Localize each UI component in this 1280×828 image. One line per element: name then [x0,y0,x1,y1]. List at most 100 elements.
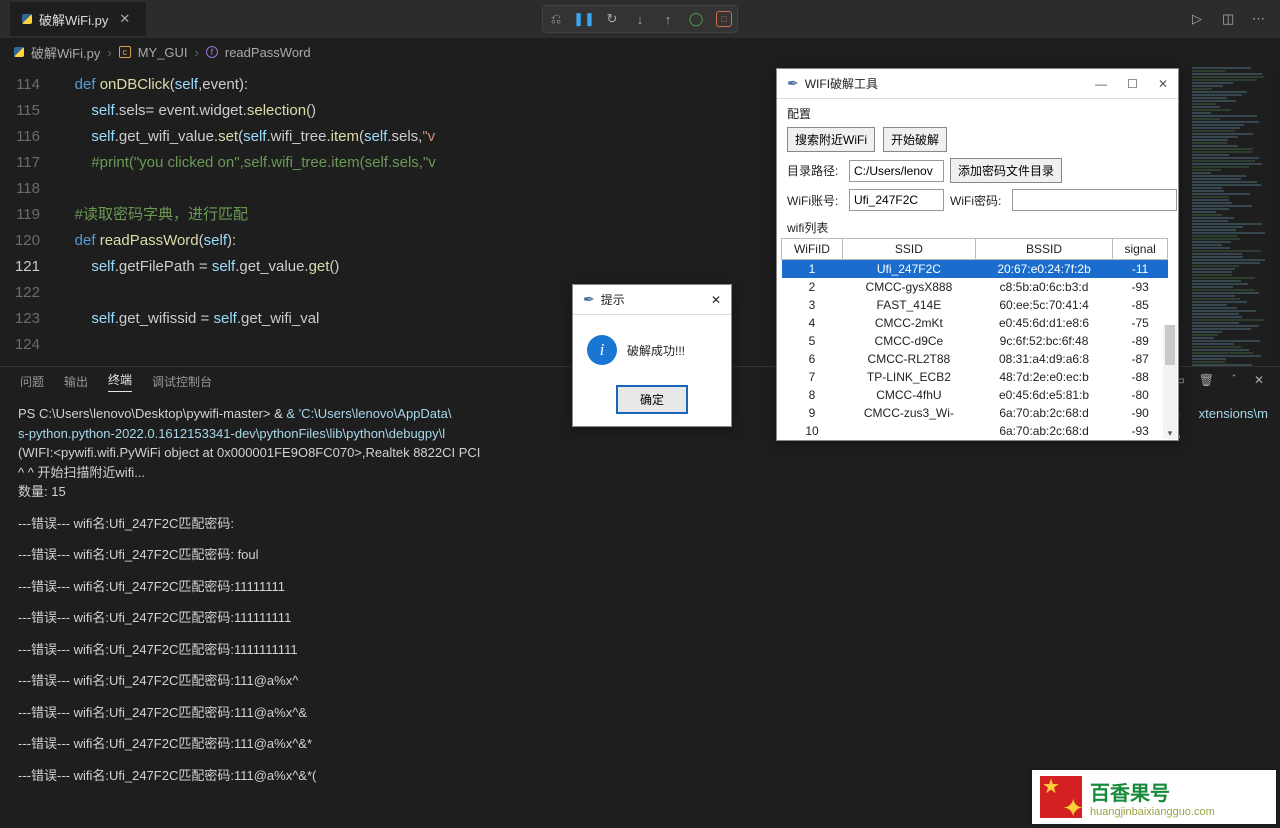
table-header[interactable]: signal [1113,239,1168,260]
breadcrumb-file[interactable]: 破解WiFi.py [31,43,100,62]
terminal-line: (WIFI:<pywifi.wifi.PyWiFi object at 0x00… [18,443,1262,463]
more-icon[interactable]: ⋯ [1252,11,1270,27]
table-cell: 5 [782,332,843,350]
breadcrumb-class[interactable]: MY_GUI [138,45,188,60]
editor-tab[interactable]: 破解WiFi.py ✕ [10,2,146,36]
breadcrumb-function[interactable]: readPassWord [225,45,311,60]
minimize-icon[interactable]: — [1095,77,1107,91]
wifi-tool-window: ✒ WIFI破解工具 — ☐ ✕ 配置 搜索附近WiFi 开始破解 目录路径: … [776,68,1179,441]
stop-icon[interactable]: □ [716,11,732,27]
table-header[interactable]: WiFiID [782,239,843,260]
scroll-down-icon[interactable]: ▾ [1163,428,1177,439]
scrollbar[interactable]: ▴ ▾ [1163,325,1177,439]
table-row[interactable]: 106a:70:ab:2c:68:d-93 [782,422,1168,440]
scrollbar-thumb[interactable] [1165,325,1175,365]
function-icon: f [206,46,218,58]
table-row[interactable]: 4CMCC-2mKte0:45:6d:d1:e8:6-75 [782,314,1168,332]
table-header[interactable]: SSID [842,239,975,260]
search-wifi-button[interactable]: 搜索附近WiFi [787,127,875,152]
dir-input[interactable] [849,160,944,182]
panel-tab-problems[interactable]: 问题 [20,373,44,390]
terminal-line: 数量: 15 [18,482,1262,502]
table-cell: 10 [782,422,843,440]
table-row[interactable]: 3FAST_414E60:ee:5c:70:41:4-85 [782,296,1168,314]
python-icon [22,14,32,24]
table-row[interactable]: 8CMCC-4fhUe0:45:6d:e5:81:b-80 [782,386,1168,404]
table-row[interactable]: 6CMCC-RL2T8808:31:a4:d9:a6:8-87 [782,350,1168,368]
step-out-icon[interactable]: ↑ [657,8,679,30]
table-cell: CMCC-zus3_Wi- [842,404,975,422]
table-cell: 9 [782,404,843,422]
table-cell: e0:45:6d:d1:e8:6 [975,314,1112,332]
table-row[interactable]: 2CMCC-gysX888c8:5b:a0:6c:b3:d-93 [782,278,1168,296]
panel-tab-output[interactable]: 输出 [64,373,88,390]
terminal-line: ---错误--- wifi名:Ufi_247F2C匹配密码:11111111 [18,577,1262,597]
table-cell: 48:7d:2e:e0:ec:b [975,368,1112,386]
start-crack-button[interactable]: 开始破解 [883,127,947,152]
split-editor-icon[interactable]: ◫ [1222,11,1240,27]
minimap[interactable] [1188,66,1280,366]
line-number: 120 [0,228,58,254]
watermark: 百香果号 huangjinbaixiangguo.com [1032,770,1276,824]
step-over-icon[interactable]: ↻ [601,8,623,30]
table-cell: 2 [782,278,843,296]
table-cell: 6a:70:ab:2c:68:d [975,422,1112,440]
line-number: 121 [0,254,58,280]
message-dialog: ✒ 提示 ✕ i 破解成功!!! 确定 [572,284,732,427]
table-cell: -87 [1113,350,1168,368]
table-cell: 9c:6f:52:bc:6f:48 [975,332,1112,350]
pause-icon[interactable]: ❚❚ [573,8,595,30]
table-cell: CMCC-4fhU [842,386,975,404]
dialog-title: 提示 [601,291,625,308]
panel-tab-debug[interactable]: 调试控制台 [152,373,212,390]
line-number: 124 [0,332,58,358]
terminal-line: ---错误--- wifi名:Ufi_247F2C匹配密码: [18,514,1262,534]
terminal-line: s-python.python-2022.0.1612153341-dev\py… [18,426,445,441]
table-cell: -89 [1113,332,1168,350]
password-input[interactable] [1012,189,1177,211]
wifi-table[interactable]: WiFiIDSSIDBSSIDsignal 1Ufi_247F2C20:67:e… [781,238,1168,440]
table-header[interactable]: BSSID [975,239,1112,260]
chevron-right-icon: › [107,45,111,60]
chevron-right-icon: › [195,45,199,60]
feather-icon: ✒ [583,291,595,308]
tab-filename: 破解WiFi.py [39,10,108,29]
run-icon[interactable]: ▷ [1192,11,1210,27]
table-cell: -11 [1113,260,1168,279]
account-input[interactable] [849,189,944,211]
panel-tab-terminal[interactable]: 终端 [108,371,132,392]
table-cell: 3 [782,296,843,314]
ok-button[interactable]: 确定 [616,385,688,414]
password-label: WiFi密码: [950,192,1006,209]
config-label: 配置 [777,99,1178,124]
line-number: 116 [0,124,58,150]
table-row[interactable]: 7TP-LINK_ECB248:7d:2e:e0:ec:b-88 [782,368,1168,386]
table-cell: CMCC-2mKt [842,314,975,332]
tab-close-icon[interactable]: ✕ [115,11,134,27]
terminal[interactable]: PS C:\Users\lenovo\Desktop\pywifi-master… [0,396,1280,793]
line-number: 122 [0,280,58,306]
breadcrumb: 破解WiFi.py › c MY_GUI › f readPassWord [0,38,1280,66]
trash-icon[interactable]: 🗑 [1199,373,1214,390]
continue-icon[interactable]: ◯ [685,8,707,30]
maximize-icon[interactable]: ☐ [1127,77,1138,91]
table-row[interactable]: 1Ufi_247F2C20:67:e0:24:7f:2b-11 [782,260,1168,279]
terminal-line: ---错误--- wifi名:Ufi_247F2C匹配密码:111111111 [18,608,1262,628]
choose-dir-button[interactable]: 添加密码文件目录 [950,158,1062,183]
close-icon[interactable]: ✕ [711,293,721,307]
terminal-line: ---错误--- wifi名:Ufi_247F2C匹配密码:111@a%x^& [18,703,1262,723]
table-cell: Ufi_247F2C [842,260,975,279]
step-into-icon[interactable]: ↓ [629,8,651,30]
panel-close-icon[interactable]: ✕ [1254,373,1264,390]
line-number: 114 [0,72,58,98]
terminal-line: ^ ^ 开始扫描附近wifi... [18,463,1262,483]
chevron-up-icon[interactable]: ＾ [1228,373,1240,390]
table-row[interactable]: 9CMCC-zus3_Wi-6a:70:ab:2c:68:d-90 [782,404,1168,422]
close-icon[interactable]: ✕ [1158,77,1168,91]
step-back-icon[interactable]: ⎌ [545,8,567,30]
line-number: 118 [0,176,58,202]
table-cell: 20:67:e0:24:7f:2b [975,260,1112,279]
table-row[interactable]: 5CMCC-d9Ce9c:6f:52:bc:6f:48-89 [782,332,1168,350]
line-number: 119 [0,202,58,228]
terminal-line: ---错误--- wifi名:Ufi_247F2C匹配密码:1111111111 [18,640,1262,660]
